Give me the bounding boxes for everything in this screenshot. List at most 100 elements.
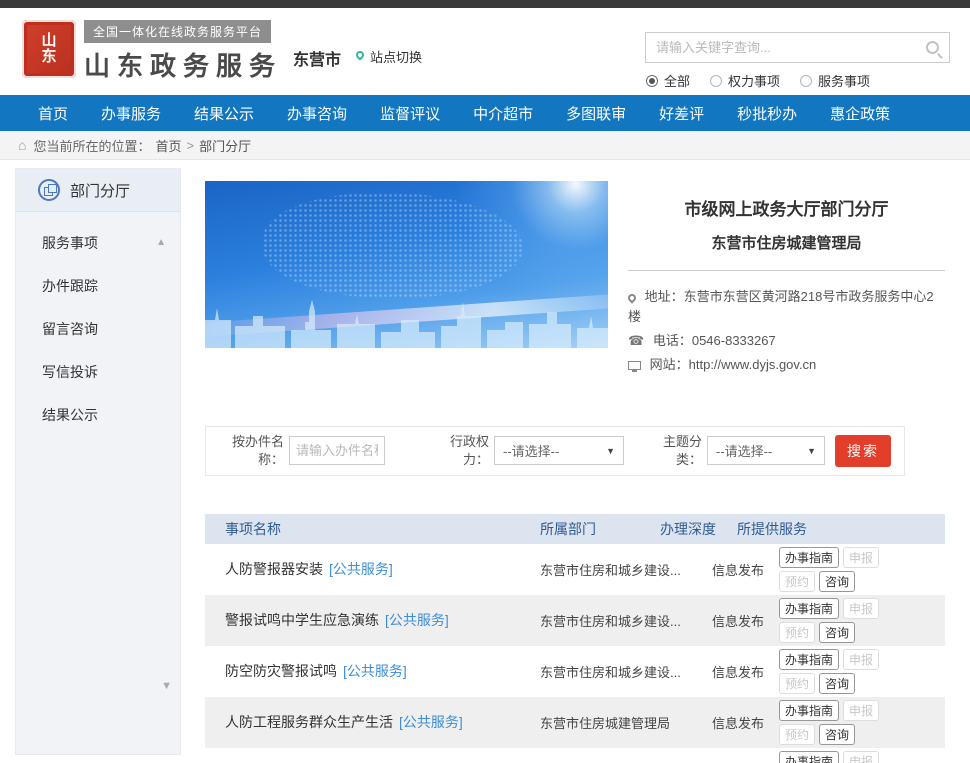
department-profile: 市级网上政务大厅部门分厅 东营市住房城建管理局 地址：东营市东营区黄河路218号… xyxy=(205,181,945,376)
site-switch-label: 站点切换 xyxy=(370,47,422,66)
public-service-tag[interactable]: [公共服务] xyxy=(343,663,407,679)
sidebar-item-label: 办件跟踪 xyxy=(42,276,98,296)
main-navigation: 首页 办事服务 结果公示 办事咨询 监督评议 中介超市 多图联审 好差评 秒批秒办 惠企政策 xyxy=(0,95,970,131)
radio-label: 权力事项 xyxy=(728,71,780,90)
nav-item-多图联审[interactable]: 多图联审 xyxy=(566,103,626,124)
reserve-button-disabled: 预约 xyxy=(779,673,815,694)
reserve-button-disabled: 预约 xyxy=(779,571,815,592)
sidebar-item-办件跟踪[interactable]: 办件跟踪 xyxy=(16,269,180,302)
keyword-search-box xyxy=(645,32,950,63)
department-cell: 东营市住房和城乡建设... xyxy=(540,560,660,579)
item-name-input[interactable] xyxy=(289,436,385,465)
department-hall-icon xyxy=(38,179,60,201)
department-name: 东营市住房城建管理局 xyxy=(628,232,945,253)
department-cell: 东营市住房和城乡建设... xyxy=(540,662,660,681)
consult-button[interactable]: 咨询 xyxy=(819,724,855,745)
website-line: 网站：http://www.dyjs.gov.cn xyxy=(628,355,945,375)
search-scope-radio[interactable]: 服务事项 xyxy=(800,71,870,90)
services-cell: 办事指南 申报 预约 咨询 xyxy=(770,646,945,697)
breadcrumb-separator: > xyxy=(187,138,195,153)
radio-label: 全部 xyxy=(664,71,690,90)
department-info: 市级网上政务大厅部门分厅 东营市住房城建管理局 地址：东营市东营区黄河路218号… xyxy=(628,181,945,376)
header-department: 所属部门 xyxy=(540,519,660,539)
guide-button[interactable]: 办事指南 xyxy=(779,598,839,619)
page: 山东 全国一体化在线政务服务平台 山东政务服务 东营市 站点切换 全部 权力事项… xyxy=(0,0,970,763)
apply-button-disabled: 申报 xyxy=(843,547,879,568)
search-scope-radio[interactable]: 权力事项 xyxy=(710,71,780,90)
shandong-seal-logo: 山东 xyxy=(22,20,76,78)
power-type-select[interactable]: --请选择-- ▼ xyxy=(494,436,624,465)
sidebar-scroll-down-icon[interactable]: ▼ xyxy=(161,680,172,692)
search-scope-radio[interactable]: 全部 xyxy=(646,71,690,90)
department-banner-image xyxy=(205,181,608,348)
sidebar: 部门分厅 服务事项 ▲ 办件跟踪 留言咨询 写信投诉 结果公示 ▼ xyxy=(15,168,181,755)
item-name-cell: 人防工程服务群众生产生活 [公共服务] xyxy=(225,708,540,737)
nav-item-好差评[interactable]: 好差评 xyxy=(659,103,704,124)
nav-item-办事咨询[interactable]: 办事咨询 xyxy=(287,103,347,124)
consult-button[interactable]: 咨询 xyxy=(819,571,855,592)
item-name[interactable]: 人防警报器安装 xyxy=(225,561,323,577)
item-name[interactable]: 警报试鸣中学生应急演练 xyxy=(225,612,379,628)
services-cell: 办事指南 申报 预约 咨询 xyxy=(770,697,945,748)
sidebar-item-服务事项[interactable]: 服务事项 ▲ xyxy=(16,226,180,259)
seal-text: 山东 xyxy=(40,33,58,66)
header-depth: 办理深度 xyxy=(660,519,737,539)
website-icon xyxy=(628,361,641,370)
guide-button[interactable]: 办事指南 xyxy=(779,751,839,763)
breadcrumb: ⌂ 您当前所在的位置： 首页 > 部门分厅 xyxy=(0,131,970,160)
nav-item-首页[interactable]: 首页 xyxy=(38,103,68,124)
header-services: 所提供服务 xyxy=(737,519,945,539)
theme-category-select[interactable]: --请选择-- ▼ xyxy=(707,436,825,465)
consult-button[interactable]: 咨询 xyxy=(819,673,855,694)
sidebar-item-留言咨询[interactable]: 留言咨询 xyxy=(16,312,180,345)
site-switch-link[interactable]: 站点切换 xyxy=(356,47,422,66)
breadcrumb-link-current[interactable]: 部门分厅 xyxy=(199,136,251,155)
item-name-cell: 警报试鸣中学生应急演练 [公共服务] xyxy=(225,606,540,635)
table-row: 警报试鸣中学生应急演练[公共服务] 东营市住房和城乡建设... 信息发布 办事指… xyxy=(205,595,945,646)
nav-item-秒批秒办[interactable]: 秒批秒办 xyxy=(737,103,797,124)
public-service-tag[interactable]: [公共服务] xyxy=(385,612,449,628)
sidebar-item-结果公示[interactable]: 结果公示 xyxy=(16,398,180,431)
search-icon[interactable] xyxy=(926,41,939,54)
nav-item-监督评议[interactable]: 监督评议 xyxy=(380,103,440,124)
item-name[interactable]: 防空防灾警报试鸣 xyxy=(225,663,337,679)
guide-button[interactable]: 办事指南 xyxy=(779,700,839,721)
sidebar-item-写信投诉[interactable]: 写信投诉 xyxy=(16,355,180,388)
sidebar-title-department-hall[interactable]: 部门分厅 xyxy=(16,169,180,212)
sidebar-item-label: 结果公示 xyxy=(42,405,98,425)
item-name[interactable]: 人防工程服务群众生产生活 xyxy=(225,714,393,730)
apply-button-disabled: 申报 xyxy=(843,598,879,619)
filter-search-button[interactable]: 搜索 xyxy=(835,435,891,467)
services-cell: 办事指南 申报 预约 咨询 xyxy=(770,748,945,763)
guide-button[interactable]: 办事指南 xyxy=(779,649,839,670)
collapse-arrow-icon[interactable]: ▲ xyxy=(156,237,166,248)
public-service-tag[interactable]: [公共服务] xyxy=(329,561,393,577)
nav-item-结果公示[interactable]: 结果公示 xyxy=(194,103,254,124)
depth-cell: 信息发布 xyxy=(660,560,770,579)
search-scope-options: 全部 权力事项 服务事项 xyxy=(646,71,870,90)
depth-cell: 信息发布 xyxy=(660,713,770,732)
guide-button[interactable]: 办事指南 xyxy=(779,547,839,568)
table-row: 人防工程服务群众生产生活[公共服务] 东营市住房城建管理局 信息发布 办事指南 … xyxy=(205,697,945,748)
website-label: 网站： xyxy=(650,357,689,372)
nav-item-办事服务[interactable]: 办事服务 xyxy=(101,103,161,124)
site-header: 山东 全国一体化在线政务服务平台 山东政务服务 东营市 站点切换 全部 权力事项… xyxy=(0,8,970,95)
site-logo[interactable]: 山东 全国一体化在线政务服务平台 山东政务服务 xyxy=(22,20,282,83)
items-table: 事项名称 所属部门 办理深度 所提供服务 人防警报器安装[公共服务] 东营市住房… xyxy=(205,514,945,763)
radio-icon xyxy=(710,75,722,87)
item-name-cell: 防空防灾警报试鸣 [公共服务] xyxy=(225,657,540,686)
table-row: 防空防灾警报试鸣 [公共服务] 东营市住房和城乡建设... 信息发布 办事指南 申… xyxy=(205,646,945,697)
services-cell: 办事指南 申报 预约 咨询 xyxy=(770,544,945,595)
nav-item-惠企政策[interactable]: 惠企政策 xyxy=(830,103,890,124)
depth-cell: 信息发布 xyxy=(660,611,770,630)
sidebar-title-label: 部门分厅 xyxy=(70,180,130,201)
main-panel: 市级网上政务大厅部门分厅 东营市住房城建管理局 地址：东营市东营区黄河路218号… xyxy=(205,160,945,763)
keyword-search-input[interactable] xyxy=(646,40,926,55)
nav-item-中介超市[interactable]: 中介超市 xyxy=(473,103,533,124)
depth-cell: 信息发布 xyxy=(660,662,770,681)
consult-button[interactable]: 咨询 xyxy=(819,622,855,643)
breadcrumb-link-home[interactable]: 首页 xyxy=(155,136,181,155)
platform-badge: 全国一体化在线政务服务平台 xyxy=(84,20,271,43)
website-value[interactable]: http://www.dyjs.gov.cn xyxy=(689,357,817,372)
public-service-tag[interactable]: [公共服务] xyxy=(399,714,463,730)
